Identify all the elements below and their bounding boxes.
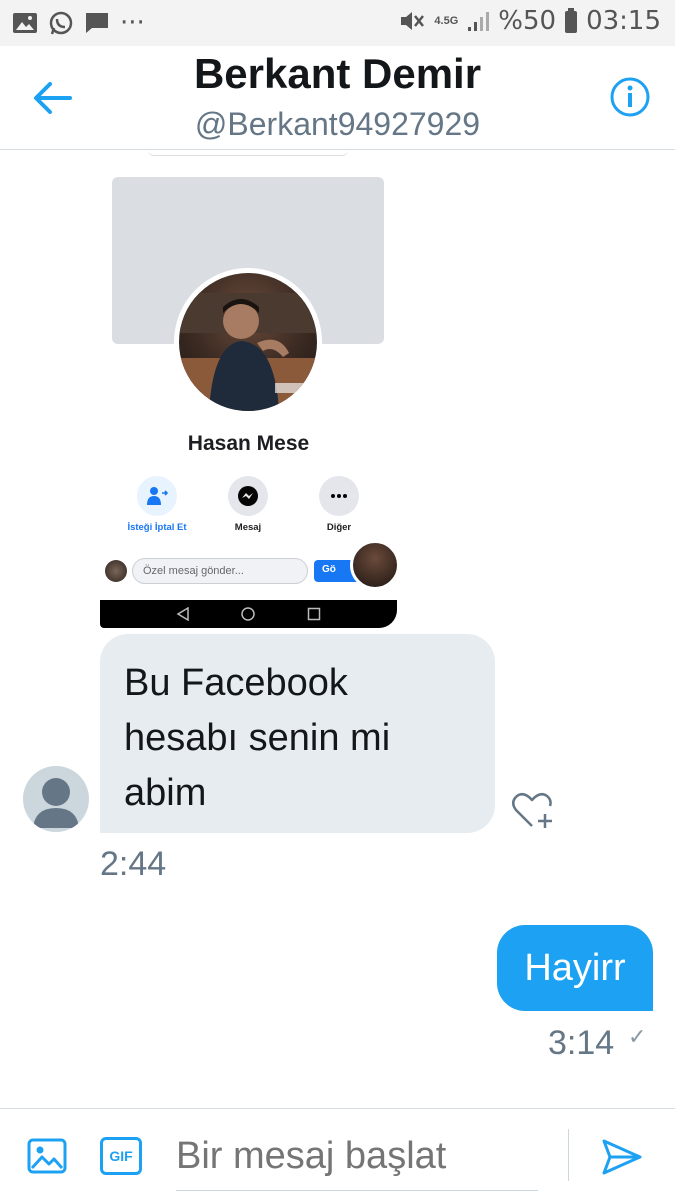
sender-avatar[interactable] xyxy=(23,766,89,832)
network-type: 4.5G xyxy=(434,15,459,27)
signal-icon xyxy=(468,12,490,31)
cancel-request-action: İsteği İptal Et xyxy=(112,476,202,533)
message-label: Mesaj xyxy=(234,522,262,533)
sent-check-icon: ✓ xyxy=(628,1024,647,1049)
nav-back-icon xyxy=(176,607,189,621)
more-notifications: ··· xyxy=(120,8,145,38)
gallery-notification-icon xyxy=(13,13,37,33)
private-message-input: Özel mesaj gönder... xyxy=(132,558,308,584)
incoming-message-bubble[interactable]: Bu Facebook hesabı senin mi abim xyxy=(100,634,495,833)
cancel-request-label: İsteği İptal Et xyxy=(127,522,187,533)
contact-handle[interactable]: @Berkant94927929 xyxy=(0,106,675,143)
conversation-header: Berkant Demir @Berkant94927929 xyxy=(0,46,675,150)
mute-icon xyxy=(401,12,425,30)
contact-name[interactable]: Berkant Demir xyxy=(0,50,675,98)
heart-plus-icon[interactable] xyxy=(510,790,556,832)
status-bar: ··· 4.5G %50 03:15 xyxy=(0,0,675,46)
shared-screenshot-image[interactable]: Hasan Mese İsteği İptal Et Mesaj Diğer Ö… xyxy=(100,150,397,628)
battery-icon xyxy=(565,8,578,33)
messenger-icon xyxy=(238,486,258,506)
profile-picture xyxy=(174,268,322,416)
chat-head-avatar xyxy=(350,540,397,590)
info-icon[interactable] xyxy=(609,76,651,118)
message-composer: GIF xyxy=(0,1108,675,1200)
nav-recents-icon xyxy=(307,607,321,621)
image-top-edge xyxy=(148,150,348,156)
gif-button[interactable]: GIF xyxy=(100,1137,142,1175)
message-notification-icon xyxy=(86,13,108,33)
incoming-message-time: 2:44 xyxy=(100,845,167,883)
message-input[interactable] xyxy=(176,1123,538,1191)
outgoing-message-time: 3:14 xyxy=(548,1024,615,1062)
nav-home-icon xyxy=(241,607,256,621)
message-action: Mesaj xyxy=(203,476,293,533)
android-nav-bar xyxy=(100,600,397,628)
whatsapp-notification-icon xyxy=(49,11,73,35)
send-label: Gö xyxy=(322,564,336,575)
cancel-request-icon xyxy=(147,487,168,505)
mini-avatar xyxy=(105,560,127,582)
outgoing-message-bubble[interactable]: Hayirr xyxy=(497,925,653,1011)
composer-divider xyxy=(568,1129,569,1181)
clock: 03:15 xyxy=(586,6,661,36)
image-icon[interactable] xyxy=(26,1135,68,1177)
more-label: Diğer xyxy=(326,522,352,533)
more-icon xyxy=(331,494,347,498)
battery-percent: %50 xyxy=(498,6,557,36)
send-icon[interactable] xyxy=(600,1135,644,1179)
more-action: Diğer xyxy=(294,476,384,533)
profile-name: Hasan Mese xyxy=(187,432,310,455)
